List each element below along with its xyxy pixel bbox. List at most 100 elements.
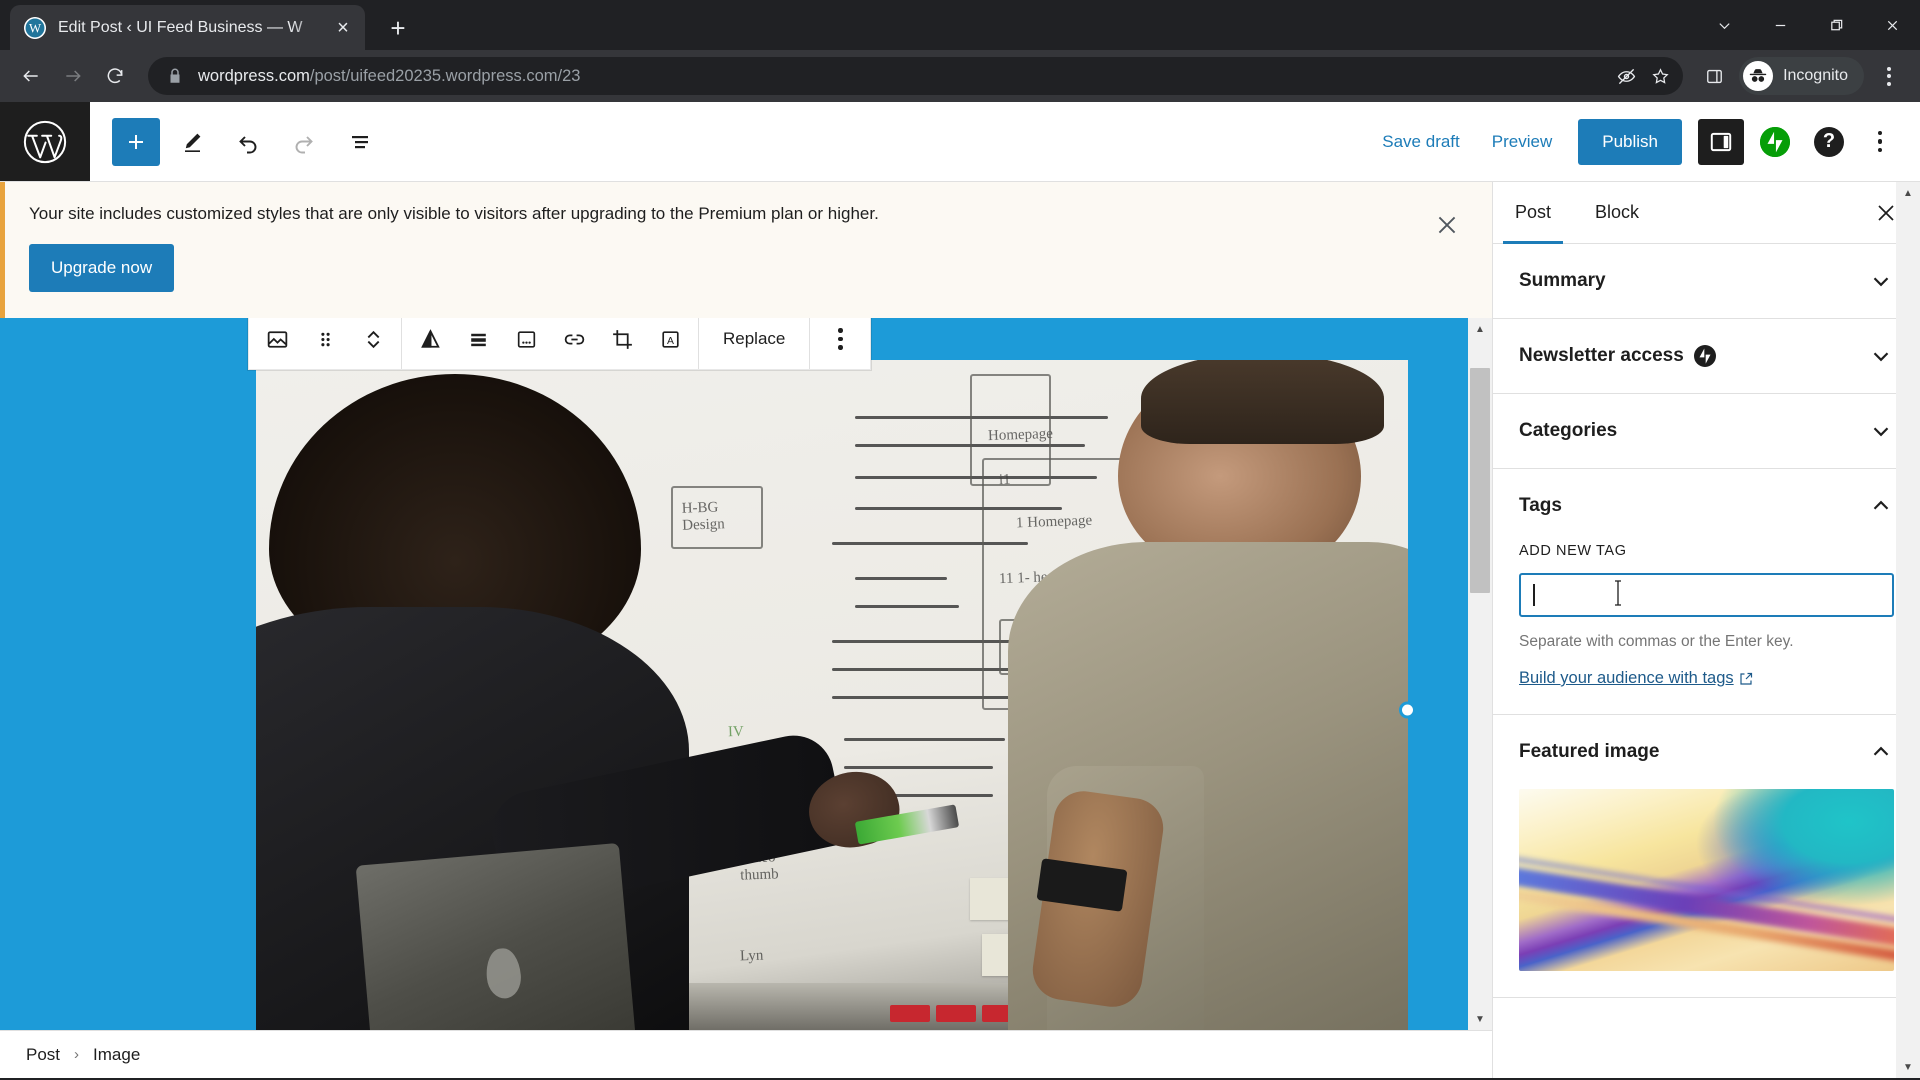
scroll-down-arrow[interactable]: ▼ [1896,1056,1920,1078]
profile-chip[interactable]: Incognito [1739,57,1864,95]
add-block-button[interactable] [112,117,160,166]
scroll-up-arrow[interactable]: ▲ [1896,182,1920,204]
person-writing [256,374,960,1030]
close-icon[interactable]: × [329,14,357,42]
panel-tags: Tags ADD NEW TAG Separate with commas or… [1493,469,1920,715]
sidebar-tabs: Post Block [1493,182,1920,244]
panel-newsletter-access-header[interactable]: Newsletter access [1493,319,1920,393]
editor-canvas[interactable]: Image [0,318,1492,1030]
browser-menu-icon[interactable] [1870,57,1908,95]
preview-button[interactable]: Preview [1478,121,1566,163]
breadcrumb-item-image[interactable]: Image [93,1045,140,1065]
person-observing [1008,360,1408,1030]
replace-button[interactable]: Replace [703,318,805,365]
new-tab-button[interactable]: + [379,9,417,47]
crop-icon[interactable] [598,318,646,365]
panel-tags-body: ADD NEW TAG Separate with commas or the … [1493,543,1920,714]
add-new-tag-label: ADD NEW TAG [1519,543,1627,559]
notice-message: Your site includes customized styles tha… [29,204,879,223]
settings-panel-icon[interactable] [1698,118,1744,165]
lock-icon [166,67,184,85]
position-icon[interactable] [454,318,502,365]
sidebar-panels: Summary Newsletter access Categories Tag… [1493,244,1920,1078]
editor-body: Your site includes customized styles tha… [0,182,1920,1078]
sidebar-scrollbar[interactable]: ▲ ▼ [1896,182,1920,1078]
drag-handle-icon[interactable] [301,318,349,365]
panel-featured-image: Featured image [1493,715,1920,998]
chevron-down-icon [1868,268,1894,294]
editor-header: Save draft Preview Publish ? [0,102,1920,182]
build-audience-link-row[interactable]: Build your audience with tags [1519,669,1753,688]
tab-block[interactable]: Block [1573,182,1661,244]
pencil-icon[interactable] [168,118,216,166]
editor-more-menu-icon[interactable] [1860,119,1900,165]
add-new-tag-input[interactable] [1519,573,1894,617]
upgrade-notice: Your site includes customized styles tha… [0,182,1492,318]
side-panel-icon[interactable] [1697,59,1731,93]
image-block[interactable]: H-BG Design Homepage i1 1 Homepage 11 1- … [253,357,1416,1030]
chevron-down-icon[interactable] [1696,0,1752,50]
scroll-thumb[interactable] [1470,368,1490,593]
forward-arrow-icon [54,57,92,95]
scroll-up-arrow[interactable]: ▲ [1468,318,1492,340]
build-audience-with-tags-link[interactable]: Build your audience with tags [1519,669,1734,688]
canvas-scrollbar[interactable]: ▲ ▼ [1468,318,1492,1030]
close-icon[interactable] [1430,208,1464,242]
restore-icon[interactable] [1808,0,1864,50]
list-view-icon[interactable] [336,118,384,166]
upgrade-now-button[interactable]: Upgrade now [29,244,175,292]
link-icon[interactable] [550,318,598,365]
text-over-image-icon[interactable]: A [646,318,694,365]
scroll-down-arrow[interactable]: ▼ [1468,1008,1492,1030]
publish-button[interactable]: Publish [1578,118,1682,165]
panel-categories: Categories [1493,394,1920,469]
tags-help-text: Separate with commas or the Enter key. [1519,633,1794,650]
panel-categories-header[interactable]: Categories [1493,394,1920,468]
star-icon[interactable] [1643,59,1677,93]
ibeam-cursor-icon [1613,579,1623,607]
chevron-up-icon [1868,493,1894,519]
browser-tab[interactable]: W Edit Post ‹ UI Feed Business — W × [10,5,365,50]
align-icon[interactable] [406,318,454,365]
undo-icon[interactable] [224,118,272,166]
resize-handle[interactable] [1399,701,1416,719]
tab-post[interactable]: Post [1493,182,1573,244]
back-arrow-icon[interactable] [12,57,50,95]
scroll-track[interactable] [1468,340,1492,1008]
help-icon[interactable]: ? [1806,119,1852,165]
panel-title: Newsletter access [1519,345,1684,366]
chevron-up-icon [1868,739,1894,765]
window-close-icon[interactable] [1864,0,1920,50]
profile-label: Incognito [1783,67,1848,84]
external-link-icon [1739,672,1753,686]
breadcrumb-item-post[interactable]: Post [26,1045,60,1065]
block-options-icon[interactable] [814,318,866,365]
caption-icon[interactable] [502,318,550,365]
panel-featured-image-body [1493,789,1920,997]
panel-featured-image-header[interactable]: Featured image [1493,715,1920,789]
jetpack-badge [1760,126,1790,157]
browser-tab-strip: W Edit Post ‹ UI Feed Business — W × + [0,0,1920,50]
panel-title: Featured image [1519,741,1660,762]
reload-icon[interactable] [96,57,134,95]
wordpress-editor: Save draft Preview Publish ? Your site i… [0,102,1920,1078]
featured-image-thumbnail[interactable] [1519,789,1894,971]
panel-tags-header[interactable]: Tags [1493,469,1920,543]
minimize-icon[interactable] [1752,0,1808,50]
redo-icon [280,118,328,166]
wordpress-icon: W [24,16,46,39]
scroll-track[interactable] [1896,204,1920,1056]
chevron-down-icon [1868,418,1894,444]
address-bar[interactable]: wordpress.com/post/uifeed20235.wordpress… [148,57,1684,95]
url-text: wordpress.com/post/uifeed20235.wordpress… [198,67,1609,86]
wordpress-logo-icon[interactable] [0,102,90,181]
jetpack-icon[interactable] [1752,119,1798,165]
eye-off-icon[interactable] [1609,59,1643,93]
panel-summary-header[interactable]: Summary [1493,244,1920,318]
text-caret [1533,584,1535,606]
move-block-updown-icon[interactable] [349,318,397,365]
panel-summary: Summary [1493,244,1920,319]
image-icon[interactable] [253,318,301,365]
save-draft-button[interactable]: Save draft [1368,121,1474,163]
settings-sidebar: Post Block Summary Newsletter access Cat… [1492,182,1920,1078]
